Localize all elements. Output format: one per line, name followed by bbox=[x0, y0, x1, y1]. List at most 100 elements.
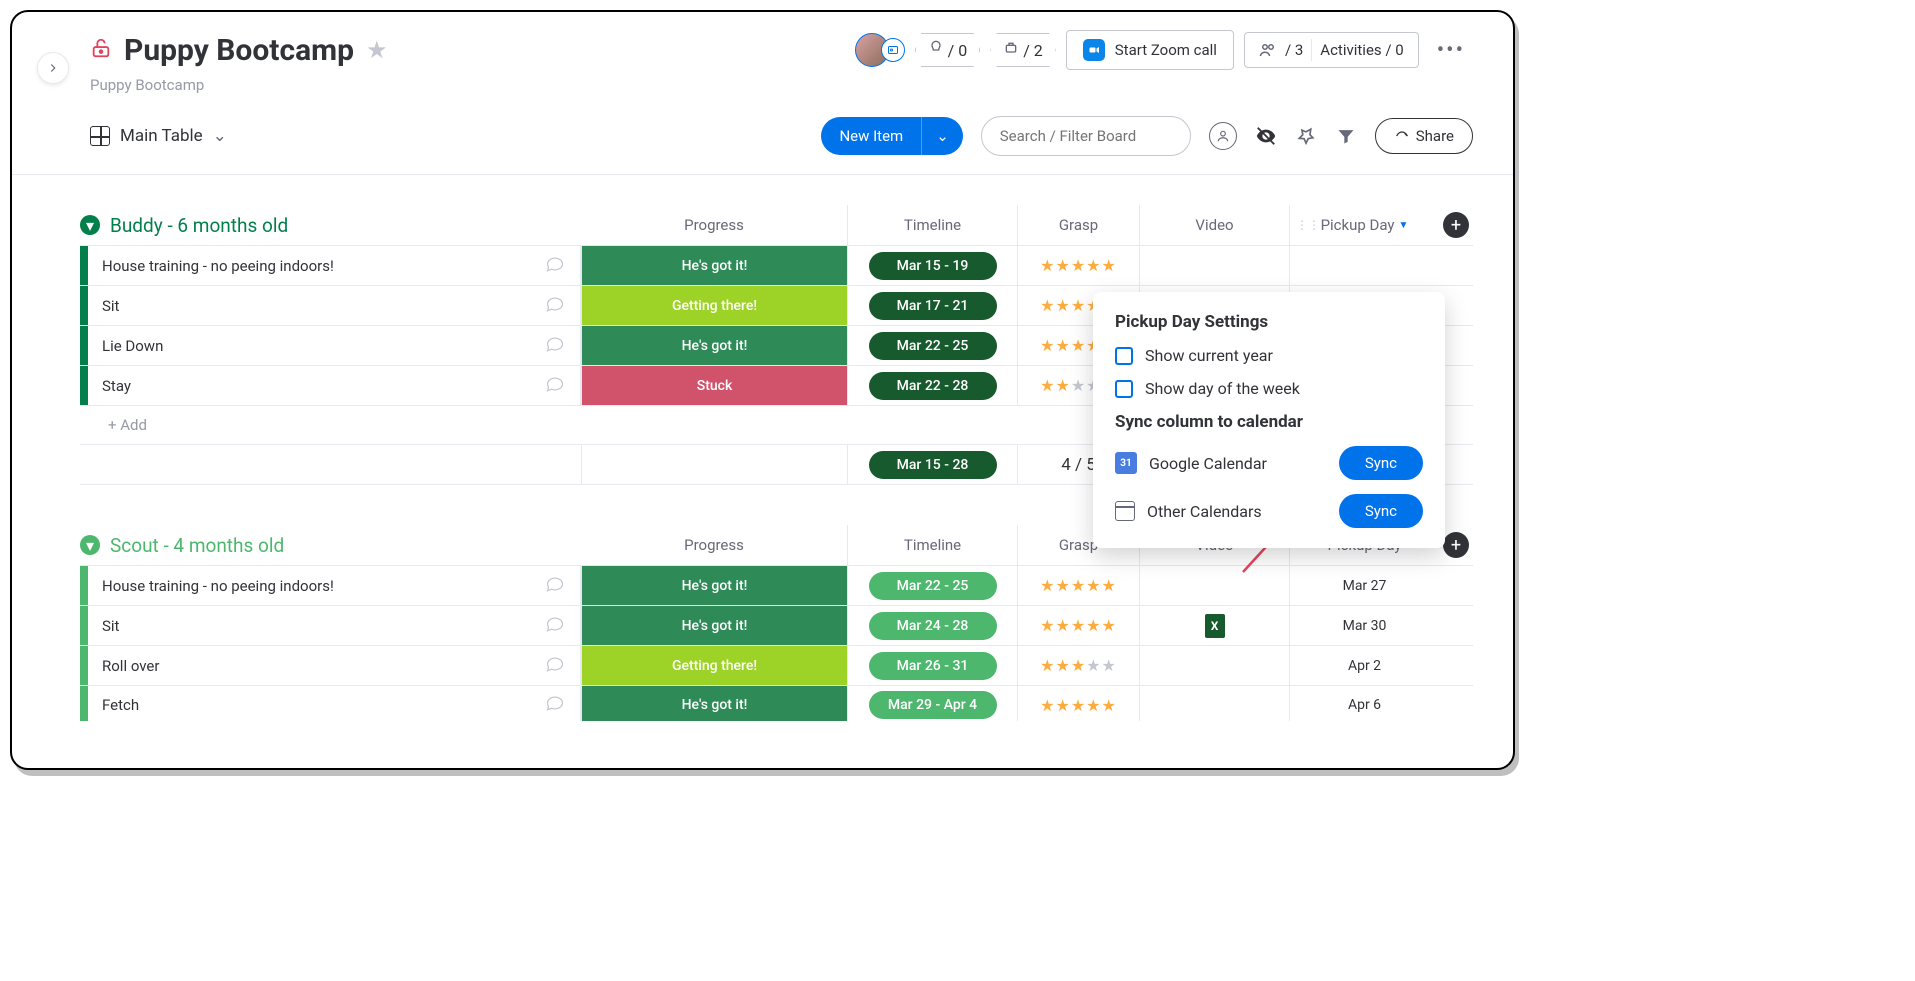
timeline-cell[interactable]: Mar 22 - 25 bbox=[847, 326, 1017, 365]
board-title[interactable]: Puppy Bootcamp bbox=[124, 33, 354, 68]
timeline-cell[interactable]: Mar 22 - 28 bbox=[847, 366, 1017, 405]
pickup-cell[interactable]: Mar 27 bbox=[1289, 566, 1439, 605]
pickup-cell[interactable]: Mar 30 bbox=[1289, 606, 1439, 645]
filter-icon[interactable] bbox=[1335, 125, 1357, 147]
people-activities[interactable]: / 3 Activities / 0 bbox=[1244, 32, 1419, 68]
column-header-timeline[interactable]: Timeline bbox=[847, 205, 1017, 245]
group-collapse[interactable]: ▾ bbox=[80, 215, 100, 235]
table-row[interactable]: House training - no peeing indoors! He's… bbox=[80, 565, 1473, 605]
summary-timeline: Mar 15 - 28 bbox=[847, 445, 1017, 484]
item-name[interactable]: House training - no peeing indoors! bbox=[88, 566, 581, 605]
item-name[interactable]: House training - no peeing indoors! bbox=[88, 246, 581, 285]
integration-count[interactable]: / 2 bbox=[990, 33, 1056, 67]
share-button[interactable]: Share bbox=[1375, 118, 1473, 154]
item-name[interactable]: Roll over bbox=[88, 646, 581, 685]
progress-cell[interactable]: He's got it! bbox=[581, 326, 847, 365]
item-name[interactable]: Stay bbox=[88, 366, 581, 405]
person-filter-icon[interactable] bbox=[1209, 122, 1237, 150]
other-calendar-row: Other Calendars Sync bbox=[1115, 494, 1423, 528]
item-name[interactable]: Sit bbox=[88, 286, 581, 325]
pickup-cell[interactable]: Apr 2 bbox=[1289, 646, 1439, 685]
add-column-button[interactable]: + bbox=[1443, 532, 1469, 558]
automation-count[interactable]: / 0 bbox=[915, 33, 981, 67]
excel-file-icon[interactable]: X bbox=[1205, 614, 1225, 638]
pickup-cell[interactable] bbox=[1289, 246, 1439, 285]
column-header-pickup[interactable]: ⋮⋮Pickup Day▼ bbox=[1289, 205, 1439, 245]
video-cell[interactable]: X bbox=[1139, 606, 1289, 645]
progress-cell[interactable]: Getting there! bbox=[581, 286, 847, 325]
table-row[interactable]: Fetch He's got it! Mar 29 - Apr 4 ★★★★★ … bbox=[80, 685, 1473, 721]
table-icon bbox=[90, 126, 110, 146]
grasp-cell[interactable]: ★★★★★ bbox=[1017, 246, 1139, 285]
lock-icon bbox=[90, 35, 112, 65]
group-collapse[interactable]: ▾ bbox=[80, 535, 100, 555]
column-header-progress[interactable]: Progress bbox=[581, 525, 847, 565]
board-members[interactable] bbox=[855, 33, 905, 67]
chat-icon[interactable] bbox=[544, 334, 566, 358]
chat-icon[interactable] bbox=[544, 574, 566, 598]
table-row[interactable]: Sit He's got it! Mar 24 - 28 ★★★★★ X Mar… bbox=[80, 605, 1473, 645]
sync-google-button[interactable]: Sync bbox=[1339, 446, 1423, 480]
progress-cell[interactable]: He's got it! bbox=[581, 686, 847, 721]
pin-icon[interactable] bbox=[1295, 125, 1317, 147]
timeline-cell[interactable]: Mar 17 - 21 bbox=[847, 286, 1017, 325]
column-header-timeline[interactable]: Timeline bbox=[847, 525, 1017, 565]
expand-sidebar-button[interactable] bbox=[37, 52, 69, 84]
timeline-cell[interactable]: Mar 26 - 31 bbox=[847, 646, 1017, 685]
chat-icon[interactable] bbox=[544, 294, 566, 318]
progress-cell[interactable]: Getting there! bbox=[581, 646, 847, 685]
chat-icon[interactable] bbox=[544, 654, 566, 678]
avatar-badge-icon bbox=[881, 38, 905, 62]
grasp-cell[interactable]: ★★★★★ bbox=[1017, 686, 1139, 721]
item-name[interactable]: Lie Down bbox=[88, 326, 581, 365]
chat-icon[interactable] bbox=[544, 693, 566, 717]
popover-title: Pickup Day Settings bbox=[1115, 312, 1423, 332]
show-weekday-option[interactable]: Show day of the week bbox=[1115, 379, 1423, 398]
grasp-cell[interactable]: ★★★★★ bbox=[1017, 566, 1139, 605]
chat-icon[interactable] bbox=[544, 374, 566, 398]
grasp-cell[interactable]: ★★★★★ bbox=[1017, 606, 1139, 645]
timeline-cell[interactable]: Mar 29 - Apr 4 bbox=[847, 686, 1017, 721]
column-header-grasp[interactable]: Grasp bbox=[1017, 205, 1139, 245]
column-header-progress[interactable]: Progress bbox=[581, 205, 847, 245]
group-title[interactable]: Scout - 4 months old bbox=[110, 534, 284, 557]
video-cell[interactable] bbox=[1139, 246, 1289, 285]
chat-icon[interactable] bbox=[544, 254, 566, 278]
timeline-cell[interactable]: Mar 24 - 28 bbox=[847, 606, 1017, 645]
show-year-option[interactable]: Show current year bbox=[1115, 346, 1423, 365]
table-row[interactable]: Roll over Getting there! Mar 26 - 31 ★★★… bbox=[80, 645, 1473, 685]
progress-cell[interactable]: He's got it! bbox=[581, 606, 847, 645]
item-name[interactable]: Fetch bbox=[88, 686, 581, 721]
star-icon[interactable]: ★ bbox=[366, 36, 388, 64]
progress-cell[interactable]: He's got it! bbox=[581, 566, 847, 605]
add-item[interactable]: + Add bbox=[88, 416, 147, 434]
checkbox[interactable] bbox=[1115, 380, 1133, 398]
column-settings-popover: Pickup Day Settings Show current year Sh… bbox=[1093, 292, 1445, 548]
view-selector[interactable]: Main Table ⌄ bbox=[90, 126, 227, 146]
search-input[interactable] bbox=[981, 116, 1191, 156]
grasp-cell[interactable]: ★★★★★ bbox=[1017, 646, 1139, 685]
sync-title: Sync column to calendar bbox=[1115, 412, 1423, 432]
hide-icon[interactable] bbox=[1255, 125, 1277, 147]
chat-icon[interactable] bbox=[544, 614, 566, 638]
column-header-video[interactable]: Video bbox=[1139, 205, 1289, 245]
pickup-cell[interactable]: Apr 6 bbox=[1289, 686, 1439, 721]
more-menu[interactable]: ••• bbox=[1429, 38, 1473, 63]
progress-cell[interactable]: He's got it! bbox=[581, 246, 847, 285]
add-column-button[interactable]: + bbox=[1443, 212, 1469, 238]
checkbox[interactable] bbox=[1115, 347, 1133, 365]
video-cell[interactable] bbox=[1139, 646, 1289, 685]
group-title[interactable]: Buddy - 6 months old bbox=[110, 214, 288, 237]
video-cell[interactable] bbox=[1139, 686, 1289, 721]
timeline-cell[interactable]: Mar 15 - 19 bbox=[847, 246, 1017, 285]
new-item-dropdown[interactable]: ⌄ bbox=[921, 117, 963, 155]
sync-other-button[interactable]: Sync bbox=[1339, 494, 1423, 528]
google-calendar-icon: 31 bbox=[1115, 452, 1137, 474]
timeline-cell[interactable]: Mar 22 - 25 bbox=[847, 566, 1017, 605]
progress-cell[interactable]: Stuck bbox=[581, 366, 847, 405]
new-item-button[interactable]: New Item ⌄ bbox=[821, 117, 962, 155]
zoom-call-button[interactable]: Start Zoom call bbox=[1066, 30, 1234, 70]
table-row[interactable]: House training - no peeing indoors! He's… bbox=[80, 245, 1473, 285]
item-name[interactable]: Sit bbox=[88, 606, 581, 645]
video-cell[interactable] bbox=[1139, 566, 1289, 605]
